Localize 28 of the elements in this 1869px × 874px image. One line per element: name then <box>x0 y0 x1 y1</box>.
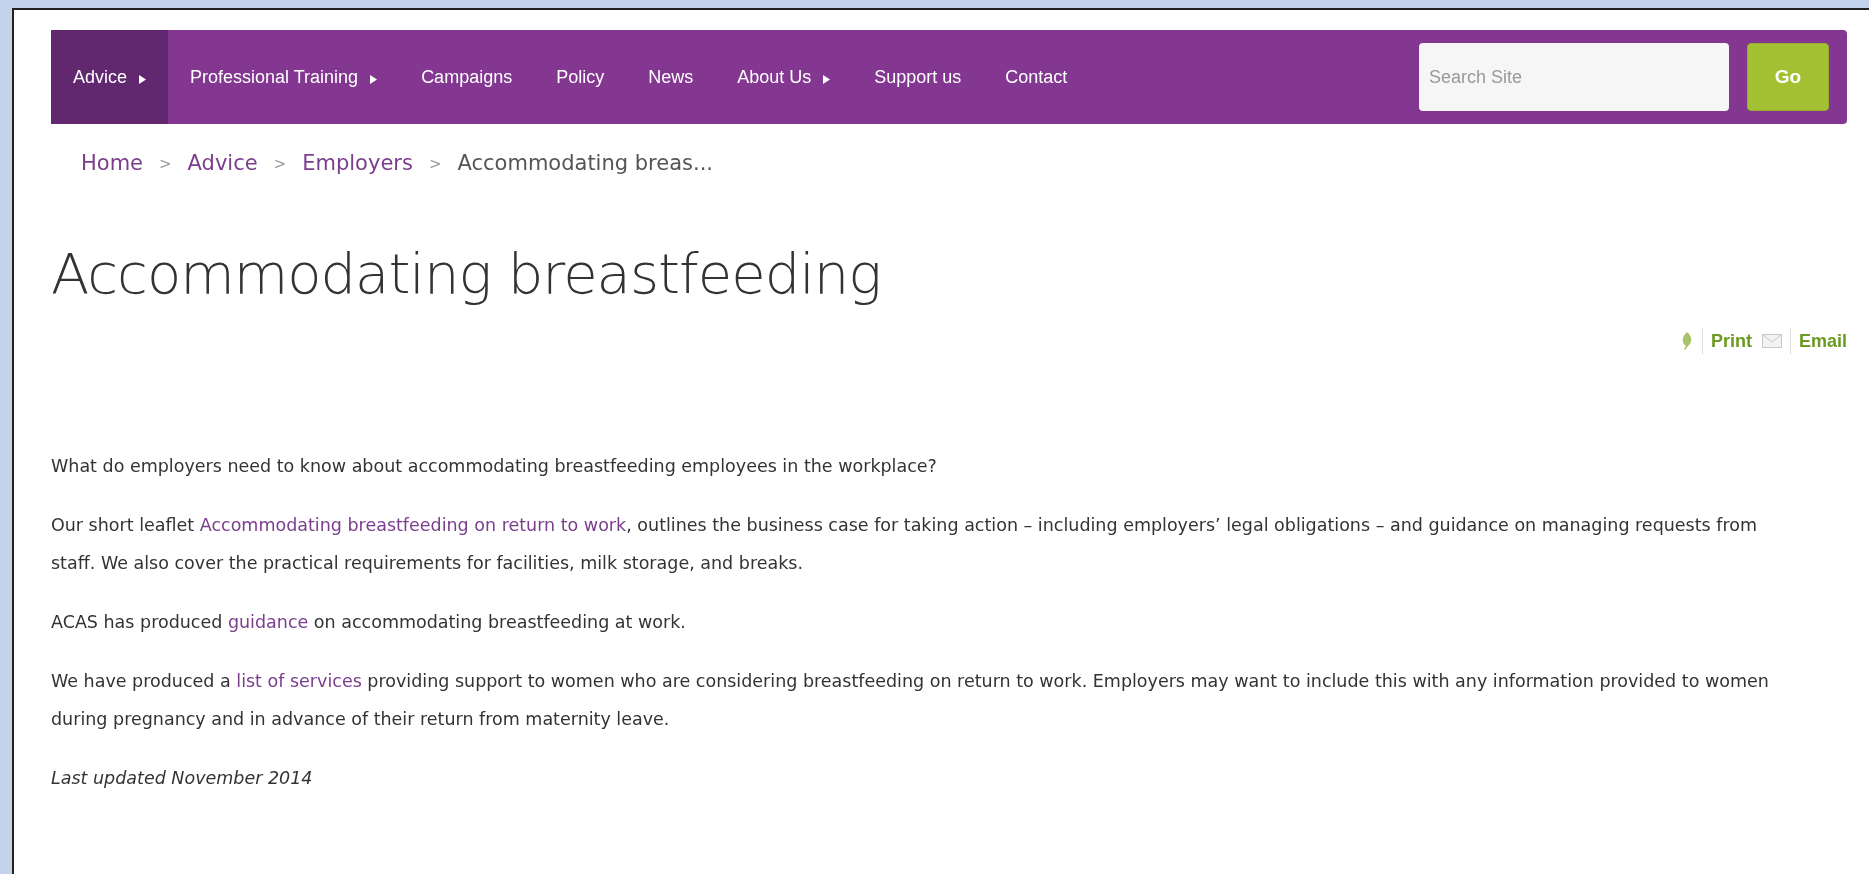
caret-icon <box>370 74 378 84</box>
paragraph: We have produced a list of services providing support to women who are considering breastfeeding on return to work. Employers may want to include this with any information provided to women during pregnancy and in advance of their return from maternity leave. <box>51 669 1770 731</box>
nav-item[interactable]: Professional Training <box>168 30 400 124</box>
breadcrumb-separator: > <box>159 153 172 175</box>
breadcrumb-separator: > <box>428 153 442 175</box>
search-field[interactable]: Search Site <box>1419 43 1729 111</box>
current-page-label: Accommodating breas... <box>457 150 714 177</box>
caret-icon <box>139 74 147 84</box>
nav-item[interactable]: Contact <box>983 30 1090 124</box>
breadcrumb-separator: > <box>273 153 287 175</box>
inline-link[interactable]: guidance <box>227 611 309 632</box>
paragraph: Our short leaflet Accommodating breastfeeding on return to work, outlines the business case for taking action – including employers’ legal obligations – and guidance on managing requests from staff. We also cover the practical requirements for facilities, milk storage, and breaks. <box>51 513 1758 575</box>
breadcrumb-link[interactable]: Home <box>81 148 143 180</box>
nav-item[interactable]: News <box>626 30 716 124</box>
inline-link[interactable]: Accommodating breastfeeding on return to work <box>199 514 627 535</box>
last-updated-note: Last updated November 2014 <box>51 766 314 790</box>
nav-item[interactable]: Policy <box>534 30 627 124</box>
envelope-icon <box>1761 334 1782 348</box>
nav-item[interactable]: Support us <box>852 30 984 124</box>
nav-item[interactable]: Campaigns <box>399 30 535 124</box>
paragraph: What do employers need to know about accommodating breastfeeding employees in the workplace? <box>51 454 938 478</box>
breadcrumb-link[interactable]: Advice <box>187 148 258 180</box>
caret-icon <box>823 74 831 84</box>
nav-item[interactable]: About Us <box>715 30 853 124</box>
inline-link[interactable]: list of services <box>236 670 362 691</box>
paragraph: ACAS has produced guidance on accommodating breastfeeding at work. <box>51 610 687 634</box>
nav-item[interactable]: Advice <box>51 30 169 124</box>
breadcrumb-link[interactable]: Employers <box>302 148 413 180</box>
